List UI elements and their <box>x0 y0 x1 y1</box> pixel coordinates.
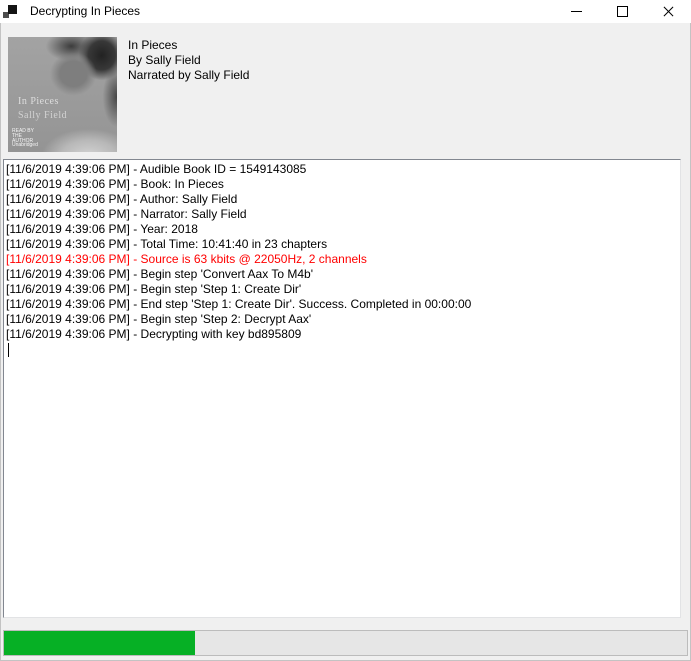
log-line: [11/6/2019 4:39:06 PM] - Source is 63 kb… <box>6 252 678 267</box>
log-line: [11/6/2019 4:39:06 PM] - Decrypting with… <box>6 327 678 342</box>
log-line: [11/6/2019 4:39:06 PM] - Begin step 'Con… <box>6 267 678 282</box>
app-window: Decrypting In Pieces In Pieces Sally Fie… <box>0 0 691 661</box>
log-line: [11/6/2019 4:39:06 PM] - Begin step 'Ste… <box>6 312 678 327</box>
book-narrator: Narrated by Sally Field <box>128 68 249 83</box>
maximize-icon <box>617 6 628 17</box>
caption-buttons <box>553 0 691 23</box>
window-title: Decrypting In Pieces <box>30 0 140 23</box>
minimize-button[interactable] <box>553 0 599 23</box>
cover-edition-badge: Unabridged <box>12 142 38 148</box>
close-icon <box>662 5 675 18</box>
log-line: [11/6/2019 4:39:06 PM] - Book: In Pieces <box>6 177 678 192</box>
progress-bar <box>3 630 688 656</box>
book-cover-image: In Pieces Sally Field READ BY THE AUTHOR… <box>8 37 117 152</box>
log-line: [11/6/2019 4:39:06 PM] - Total Time: 10:… <box>6 237 678 252</box>
app-icon-large-square <box>8 5 17 14</box>
log-line: [11/6/2019 4:39:06 PM] - Author: Sally F… <box>6 192 678 207</box>
app-icon <box>3 5 17 19</box>
log-line: [11/6/2019 4:39:06 PM] - Audible Book ID… <box>6 162 678 177</box>
book-author: By Sally Field <box>128 53 249 68</box>
progress-fill <box>4 631 195 655</box>
log-line: [11/6/2019 4:39:06 PM] - Narrator: Sally… <box>6 207 678 222</box>
close-button[interactable] <box>645 0 691 23</box>
log-textbox[interactable]: [11/6/2019 4:39:06 PM] - Audible Book ID… <box>3 159 681 618</box>
book-info: In Pieces By Sally Field Narrated by Sal… <box>128 38 249 83</box>
log-line: [11/6/2019 4:39:06 PM] - Year: 2018 <box>6 222 678 237</box>
minimize-icon <box>571 11 582 12</box>
cover-title-text: In Pieces <box>18 96 59 107</box>
book-title: In Pieces <box>128 38 249 53</box>
text-caret <box>8 343 9 357</box>
log-line: [11/6/2019 4:39:06 PM] - Begin step 'Ste… <box>6 282 678 297</box>
log-line: [11/6/2019 4:39:06 PM] - End step 'Step … <box>6 297 678 312</box>
maximize-button[interactable] <box>599 0 645 23</box>
cover-author-text: Sally Field <box>18 110 67 121</box>
title-bar[interactable]: Decrypting In Pieces <box>0 0 691 23</box>
